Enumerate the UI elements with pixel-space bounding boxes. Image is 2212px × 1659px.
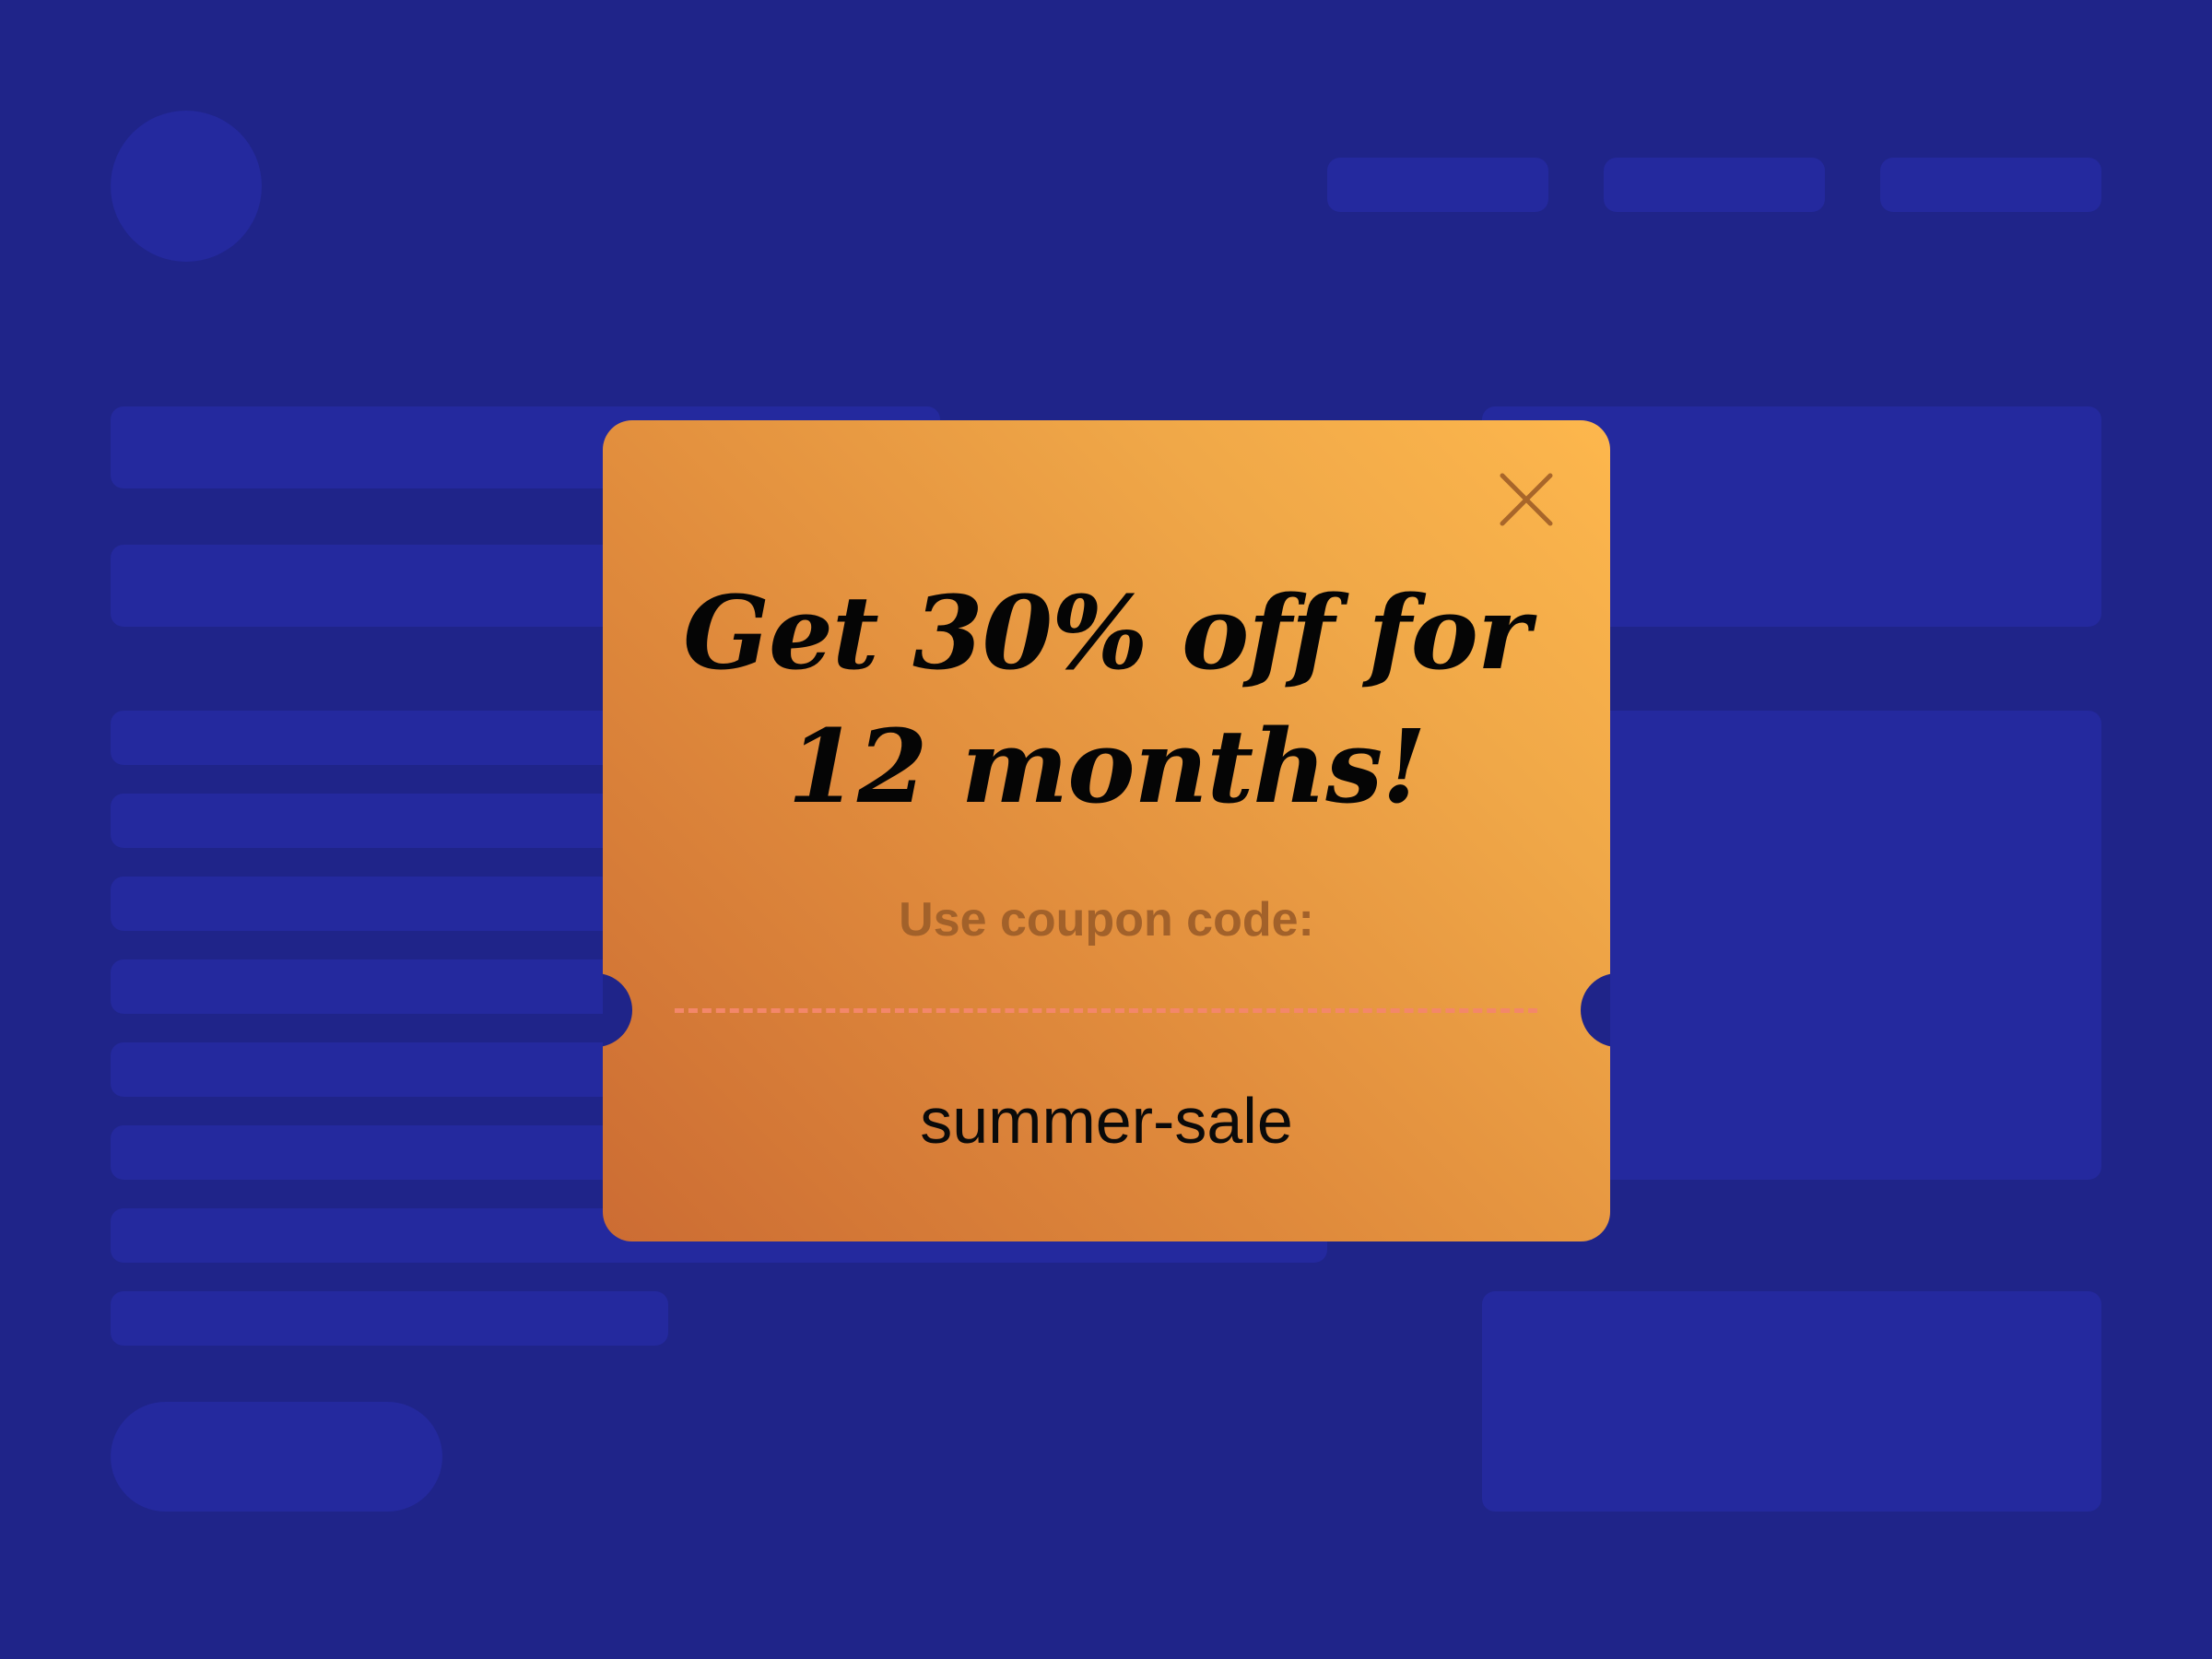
offer-headline-line-1: Get 30% off for <box>683 573 1531 692</box>
ticket-notch-right <box>1581 973 1610 1047</box>
background-page: Get 30% off for 12 months! Use coupon co… <box>0 0 2212 1659</box>
ticket-notch-left <box>603 973 632 1047</box>
coupon-popup: Get 30% off for 12 months! Use coupon co… <box>603 420 1610 1241</box>
nav-item-placeholder-1[interactable] <box>1327 158 1548 212</box>
logo-placeholder <box>111 111 262 262</box>
coupon-label: Use coupon code: <box>899 893 1314 947</box>
coupon-code[interactable]: summer-sale <box>603 1084 1610 1158</box>
close-button[interactable] <box>1497 470 1556 529</box>
offer-headline: Get 30% off for 12 months! <box>658 566 1555 833</box>
close-icon <box>1500 473 1553 526</box>
perforation-divider <box>675 1008 1537 1013</box>
sidebar-card-placeholder-3 <box>1482 1291 2101 1512</box>
text-line-placeholder-short <box>111 1291 668 1346</box>
button-placeholder[interactable] <box>111 1402 442 1512</box>
nav-item-placeholder-3[interactable] <box>1880 158 2101 212</box>
offer-headline-line-2: 12 months! <box>787 707 1426 826</box>
nav-item-placeholder-2[interactable] <box>1604 158 1825 212</box>
